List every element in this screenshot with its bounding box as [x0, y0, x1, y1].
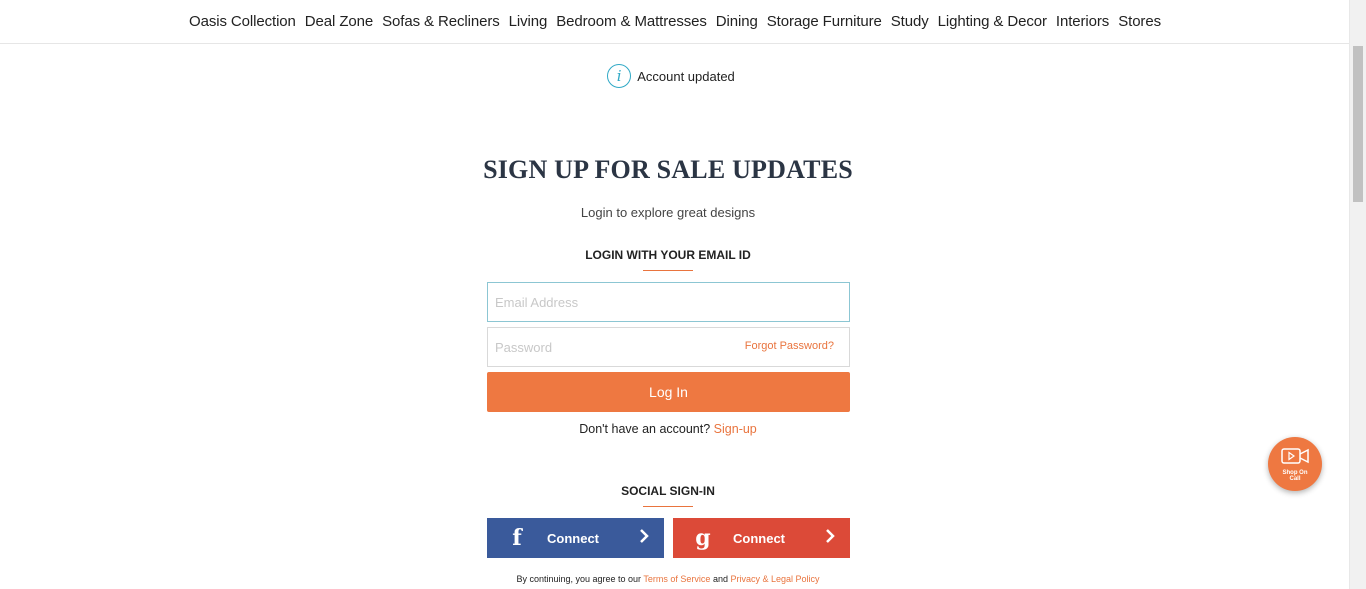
forgot-password-link[interactable]: Forgot Password?	[745, 340, 834, 352]
page-subtitle: Login to explore great designs	[580, 205, 756, 220]
shop-on-call-label: Shop On Call	[1282, 470, 1308, 482]
signup-link[interactable]: Sign-up	[714, 422, 757, 436]
account-updated-notice: i Account updated	[0, 64, 1350, 88]
google-connect-button[interactable]: g Connect	[673, 518, 850, 558]
social-section-divider	[643, 506, 693, 507]
login-section-divider	[643, 270, 693, 271]
email-input[interactable]	[488, 283, 849, 321]
terms-of-service-link[interactable]: Terms of Service	[643, 574, 710, 584]
chevron-right-icon	[624, 528, 664, 549]
nav-item-deal-zone[interactable]: Deal Zone	[305, 13, 373, 30]
terms-notice: By continuing, you agree to our Terms of…	[0, 574, 1336, 584]
facebook-connect-button[interactable]: f Connect	[487, 518, 664, 558]
nav-item-sofas-recliners[interactable]: Sofas & Recliners	[382, 13, 500, 30]
password-field[interactable]: Forgot Password?	[487, 327, 850, 367]
page-title: SIGN UP FOR SALE UPDATES	[483, 155, 853, 184]
login-button[interactable]: Log In	[487, 372, 850, 412]
facebook-icon: f	[512, 525, 522, 551]
video-camera-icon	[1281, 448, 1309, 469]
nav-item-living[interactable]: Living	[509, 13, 548, 30]
notice-text: Account updated	[637, 68, 735, 84]
nav-item-bedroom-mattresses[interactable]: Bedroom & Mattresses	[556, 13, 707, 30]
google-icon: g	[695, 525, 711, 551]
facebook-connect-label: Connect	[547, 530, 599, 546]
shop-on-call-button[interactable]: Shop On Call	[1268, 437, 1322, 491]
nav-item-storage-furniture[interactable]: Storage Furniture	[767, 13, 882, 30]
nav-item-dining[interactable]: Dining	[716, 13, 758, 30]
terms-prefix: By continuing, you agree to our	[516, 574, 642, 584]
scrollbar-thumb[interactable]	[1353, 46, 1363, 202]
no-account-text: Don't have an account?	[579, 422, 711, 436]
nav-item-lighting-decor[interactable]: Lighting & Decor	[938, 13, 1047, 30]
email-field[interactable]	[487, 282, 850, 322]
nav-item-oasis-collection[interactable]: Oasis Collection	[189, 13, 296, 30]
main-navigation: Oasis Collection Deal Zone Sofas & Recli…	[0, 0, 1350, 44]
login-section-title: LOGIN WITH YOUR EMAIL ID	[585, 248, 751, 262]
privacy-policy-link[interactable]: Privacy & Legal Policy	[730, 574, 819, 584]
signup-prompt: Don't have an account? Sign-up	[0, 422, 1336, 436]
info-icon: i	[607, 64, 632, 88]
terms-conjunction: and	[712, 574, 728, 584]
vertical-scrollbar[interactable]	[1349, 0, 1366, 589]
google-connect-label: Connect	[733, 530, 785, 546]
chevron-right-icon	[810, 528, 850, 549]
social-section-title: SOCIAL SIGN-IN	[621, 484, 715, 498]
nav-item-interiors[interactable]: Interiors	[1056, 13, 1109, 30]
nav-item-study[interactable]: Study	[891, 13, 929, 30]
nav-item-stores[interactable]: Stores	[1118, 13, 1161, 30]
